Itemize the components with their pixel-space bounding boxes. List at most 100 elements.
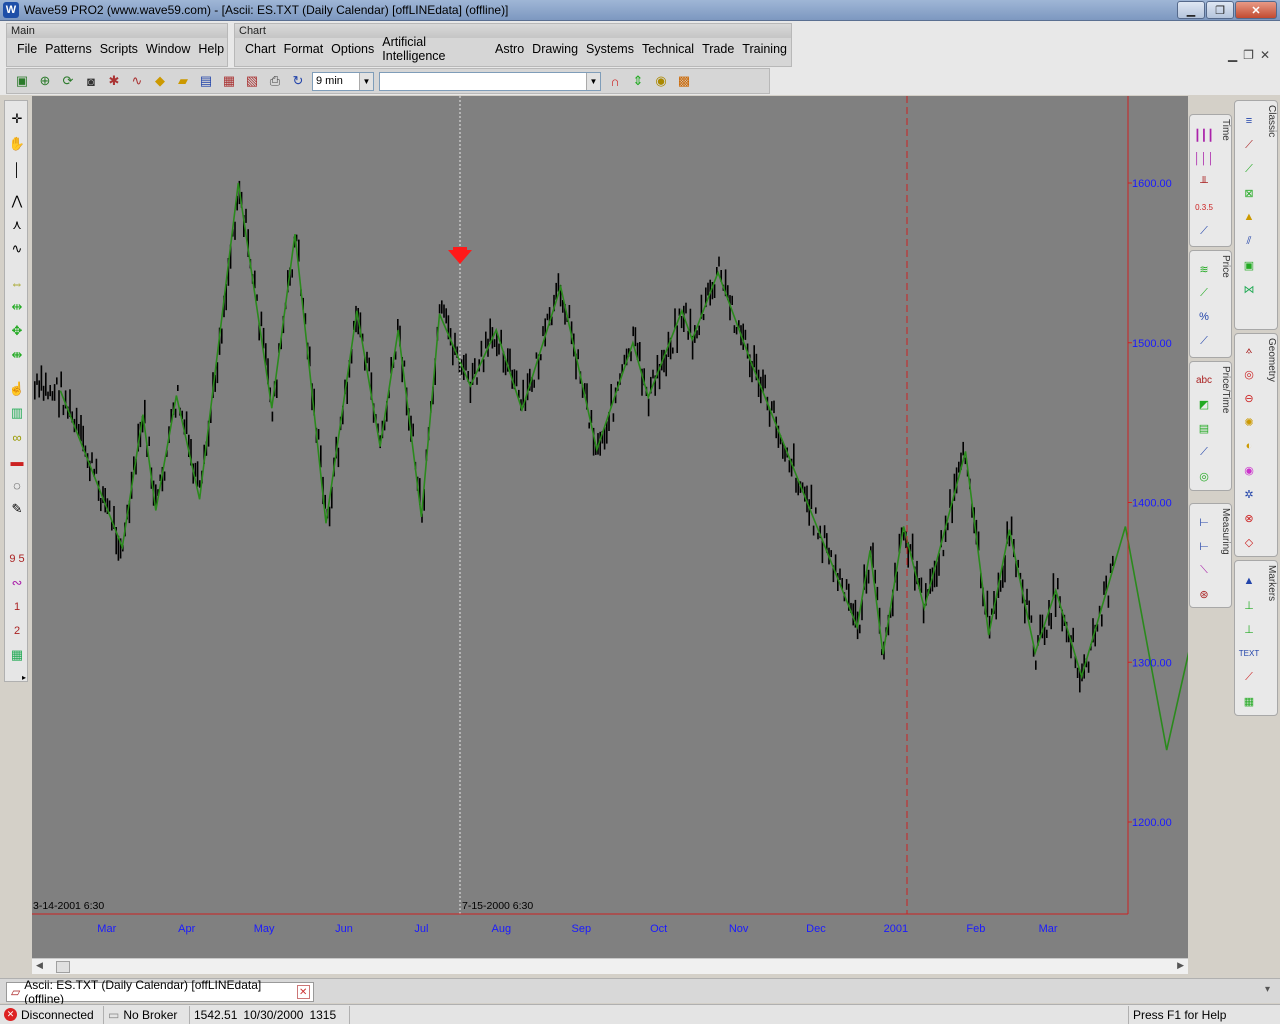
open-folder-icon[interactable]: ▰ (174, 72, 192, 90)
fan-icon[interactable]: ⟋ (1239, 159, 1259, 179)
grid-tool-icon[interactable]: ▦ (7, 645, 27, 665)
scroll-thumb[interactable] (56, 961, 70, 973)
scroll-right-icon[interactable]: ▶ (1177, 960, 1184, 971)
wheel-icon[interactable]: ✲ (1239, 484, 1259, 504)
ruler-123-icon[interactable]: ⊢ (1194, 536, 1214, 556)
truck-icon[interactable]: ▬ (7, 451, 27, 471)
percent-icon[interactable]: % (1194, 307, 1214, 327)
regression-icon[interactable]: ⋈ (1239, 279, 1259, 299)
count-95-icon[interactable]: 9 5 (7, 549, 27, 569)
menu-chart[interactable]: Chart (241, 42, 280, 56)
tools-icon[interactable]: ✱ (105, 72, 123, 90)
time-ratio-icon[interactable]: 0.3.5 (1194, 197, 1214, 217)
time-fib-icon[interactable]: ╨ (1194, 173, 1214, 193)
classic-lines-icon[interactable]: ⟋ (1239, 135, 1259, 155)
menu-trade[interactable]: Trade (698, 42, 738, 56)
new-chart-icon[interactable]: ▣ (13, 72, 31, 90)
price-projection-icon[interactable]: ⟋ (1194, 331, 1214, 351)
eye-icon[interactable]: ◉ (652, 72, 670, 90)
magnet-icon[interactable]: ∩ (606, 72, 624, 90)
mdi-restore-button[interactable]: ❐ (1243, 48, 1254, 62)
hand-icon[interactable]: ✋ (7, 134, 27, 154)
price-retrace-icon[interactable]: ⟋ (1194, 283, 1214, 303)
red-line-icon[interactable]: ⟋ (1239, 667, 1259, 687)
geo-fan-icon[interactable]: ⟑ (1239, 340, 1259, 360)
menu-artificial-intelligence[interactable]: Artificial Intelligence (378, 35, 491, 63)
tab-list-chevron-icon[interactable]: ▾ (1265, 984, 1270, 995)
ellipse-icon[interactable]: ⊖ (1239, 388, 1259, 408)
sun-icon[interactable]: ✺ (1239, 412, 1259, 432)
measure-target-icon[interactable]: ⊛ (1194, 584, 1214, 604)
menu-drawing[interactable]: Drawing (528, 42, 582, 56)
lasso-icon[interactable]: ◌ (7, 475, 27, 495)
restore-button[interactable]: ❐ (1206, 1, 1234, 19)
presentation-icon[interactable]: ▩ (675, 72, 693, 90)
link-icon[interactable]: ∞ (7, 427, 27, 447)
menu-options[interactable]: Options (327, 42, 378, 56)
save-icon[interactable]: ▤ (197, 72, 215, 90)
spiral-target-icon[interactable]: ◉ (1239, 460, 1259, 480)
box-icon[interactable]: ▣ (1239, 255, 1259, 275)
time-tab[interactable]: Time (1219, 119, 1231, 141)
refresh-icon[interactable]: ⟳ (59, 72, 77, 90)
marker-12-icon[interactable]: ⊥ (1239, 619, 1259, 639)
grid-icon[interactable]: ⊠ (1239, 183, 1259, 203)
menu-window[interactable]: Window (142, 42, 194, 56)
ruler-icon[interactable]: ⊢ (1194, 512, 1214, 532)
spiral-icon[interactable]: ◎ (1194, 466, 1214, 486)
menu-patterns[interactable]: Patterns (41, 42, 96, 56)
split-icon[interactable]: ⇹ (7, 297, 27, 317)
palette-expand-icon[interactable]: ▸ (19, 667, 29, 687)
arrow-up-icon[interactable]: ▲ (1239, 571, 1259, 591)
zoom-icon[interactable]: ⊕ (36, 72, 54, 90)
interval-select[interactable]: 9 min ▼ (312, 71, 374, 91)
curve-icon[interactable]: ∿ (7, 239, 27, 259)
marker-box-icon[interactable]: ▦ (1239, 691, 1259, 711)
pointer-hand-icon[interactable]: ☝ (7, 379, 27, 399)
classic-tab[interactable]: Classic (1265, 105, 1277, 137)
crosshair-icon[interactable]: ✛ (7, 109, 27, 129)
mdi-close-button[interactable]: ✕ (1260, 48, 1270, 62)
price-chart[interactable]: 1600.00 1500.00 1400.00 1300.00 1200.00 Mar A… (32, 96, 1188, 958)
camera-icon[interactable]: ◙ (82, 72, 100, 90)
abc-icon[interactable]: abc (1194, 370, 1214, 390)
template-save-icon[interactable]: ▧ (243, 72, 261, 90)
price-time-tab[interactable]: Price/Time (1219, 366, 1231, 413)
chart-area[interactable]: 1600.00 1500.00 1400.00 1300.00 1200.00 Mar A… (32, 96, 1188, 958)
menu-help[interactable]: Help (194, 42, 228, 56)
count-1-icon[interactable]: 1 (7, 597, 27, 617)
markers-tab[interactable]: Markers (1265, 565, 1277, 601)
menu-systems[interactable]: Systems (582, 42, 638, 56)
wave-purple-icon[interactable]: ∾ (7, 573, 27, 593)
menu-technical[interactable]: Technical (638, 42, 698, 56)
count-2-icon[interactable]: 2 (7, 621, 27, 641)
arc-icon[interactable]: ⟋ (1194, 442, 1214, 462)
menu-astro[interactable]: Astro (491, 42, 528, 56)
alert-icon[interactable]: ◆ (151, 72, 169, 90)
time-cycles-icon[interactable]: ┃┃┃ (1194, 125, 1214, 145)
template-icon[interactable]: ▦ (220, 72, 238, 90)
close-button[interactable]: ✕ (1235, 1, 1277, 19)
indicator-icon[interactable]: ∿ (128, 72, 146, 90)
wave-count-icon[interactable]: ⋀ (7, 191, 27, 211)
andrews-icon[interactable]: ≡ (1239, 111, 1259, 131)
redraw-icon[interactable]: ↻ (289, 72, 307, 90)
range-icon[interactable]: ⇔ (7, 273, 27, 293)
text-tool-icon[interactable]: TEXT (1239, 643, 1259, 663)
doc-tab-es[interactable]: ▱ Ascii: ES.TXT (Daily Calendar) [offLIN… (6, 978, 314, 1006)
horizontal-scrollbar[interactable]: ◀ ▶ (32, 958, 1188, 974)
move-icon[interactable]: ✥ (7, 321, 27, 341)
planet-icon[interactable]: ◐ (1239, 436, 1259, 456)
close-icon[interactable]: ✕ (296, 985, 310, 999)
channel-icon[interactable]: ⫽ (1239, 231, 1259, 251)
marker-label-icon[interactable]: ⊥ (1239, 595, 1259, 615)
measuring-tab[interactable]: Measuring (1219, 508, 1231, 555)
zigzag-icon[interactable]: ⋏ (7, 215, 27, 235)
gann-box-icon[interactable]: ◩ (1194, 394, 1214, 414)
price-fan-icon[interactable]: ≋ (1194, 259, 1214, 279)
mdi-minimize-button[interactable]: ▁ (1228, 48, 1237, 62)
pencil-icon[interactable]: ✎ (7, 499, 27, 519)
measure-diagonal-icon[interactable]: ⟍ (1194, 560, 1214, 580)
trash-icon[interactable]: ▥ (7, 403, 27, 423)
menu-scripts[interactable]: Scripts (96, 42, 142, 56)
